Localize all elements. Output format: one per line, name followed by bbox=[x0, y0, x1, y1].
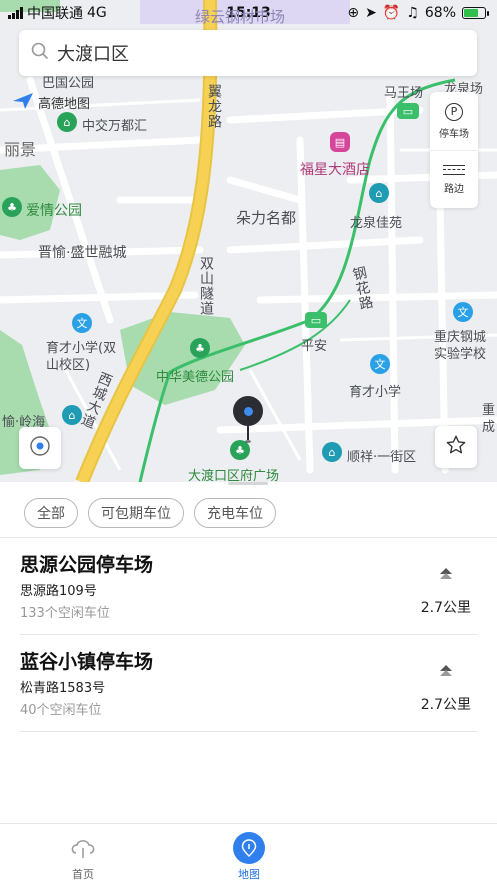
filter-chip-monthly[interactable]: 可包期车位 bbox=[88, 498, 184, 528]
sheet-drag-handle[interactable] bbox=[228, 482, 268, 485]
map-label-top-street: 绿云钢材市场 bbox=[195, 8, 286, 26]
school-poi-icon[interactable]: 文 bbox=[72, 313, 92, 333]
amap-logo-text: 高德地图 bbox=[38, 97, 91, 112]
parking-address: 松青路1583号 bbox=[20, 681, 106, 696]
residence-poi-icon[interactable]: ⌂ bbox=[322, 442, 342, 462]
battery-percent: 68% bbox=[424, 5, 456, 21]
tab-map-label: 地图 bbox=[238, 868, 260, 881]
parking-name: 蓝谷小镇停车场 bbox=[20, 651, 154, 673]
park-poi-icon[interactable]: ♣ bbox=[2, 197, 22, 217]
carrier-label: 中国联通 bbox=[27, 6, 83, 22]
headphones-icon: ♫ bbox=[406, 5, 419, 21]
map-label-mazhuang: 马王场 bbox=[384, 86, 424, 101]
hotel-poi-icon[interactable]: ▤ bbox=[330, 132, 350, 152]
filter-chips: 全部 可包期车位 充电车位 bbox=[24, 498, 276, 528]
parking-sheet: 全部 可包期车位 充电车位 思源公园停车场 思源路109号 133个空闲车位 2… bbox=[0, 482, 497, 823]
map-label-shuangshan-tunnel: 双山隧道 bbox=[198, 256, 214, 316]
tab-map[interactable]: 地图 bbox=[166, 824, 332, 883]
park-poi-icon[interactable]: ♣ bbox=[190, 338, 210, 358]
parking-name: 思源公园停车场 bbox=[20, 554, 154, 576]
parking-layer-label: 停车场 bbox=[439, 128, 469, 140]
map-label-yucai: 育才小学 bbox=[349, 385, 402, 400]
locate-icon bbox=[29, 435, 51, 461]
map-tools-panel: P 停车场 路边 bbox=[430, 92, 478, 208]
navigate-icon[interactable] bbox=[439, 566, 453, 580]
map-label-love-park: 爱情公园 bbox=[26, 203, 82, 219]
residence-poi-icon[interactable]: ⌂ bbox=[62, 405, 82, 425]
tab-home[interactable]: 首页 bbox=[0, 824, 166, 883]
mall-poi-icon[interactable]: ⌂ bbox=[57, 112, 77, 132]
residence-poi-icon[interactable]: ⌂ bbox=[369, 183, 389, 203]
battery-icon bbox=[462, 7, 489, 19]
map-pin-icon bbox=[233, 832, 265, 864]
road-icon bbox=[443, 164, 465, 175]
parking-free-spaces: 133个空闲车位 bbox=[20, 606, 110, 621]
tab-home-label: 首页 bbox=[72, 868, 94, 881]
parking-icon: P bbox=[445, 102, 463, 121]
cloud-icon bbox=[69, 832, 97, 864]
map-label-zhongcheng: 重成 bbox=[482, 403, 496, 435]
location-arrow-icon: ➤ bbox=[365, 5, 377, 21]
parking-address: 思源路109号 bbox=[20, 584, 97, 599]
locate-button[interactable] bbox=[19, 427, 61, 469]
school-poi-icon[interactable]: 文 bbox=[453, 302, 473, 322]
parking-layer-button[interactable]: P 停车场 bbox=[430, 92, 478, 150]
parking-distance: 2.7公里 bbox=[420, 600, 471, 616]
search-input[interactable] bbox=[57, 42, 457, 64]
map-label-yilong-road: 翼龙路 bbox=[206, 84, 222, 129]
star-icon bbox=[445, 434, 467, 460]
parking-list-item[interactable]: 思源公园停车场 思源路109号 133个空闲车位 2.7公里 bbox=[20, 538, 477, 635]
favorite-button[interactable] bbox=[435, 426, 477, 468]
metro-station-icon[interactable]: ▭ bbox=[305, 312, 327, 328]
filter-chip-all[interactable]: 全部 bbox=[24, 498, 78, 528]
map-label-jinyu: 晋愉·盛世融城 bbox=[38, 245, 127, 261]
map-label-longquan-garden: 龙泉佳苑 bbox=[350, 216, 403, 231]
map-label-yucai-shuangshan: 育才小学(双山校区) bbox=[46, 341, 117, 373]
roadside-layer-label: 路边 bbox=[444, 183, 464, 195]
signal-icon bbox=[8, 7, 23, 19]
school-poi-icon[interactable]: 文 bbox=[370, 354, 390, 374]
map-label-chongqing-steel: 重庆钢城实验学校 bbox=[434, 330, 487, 362]
map-label-pingan: 平安 bbox=[301, 339, 328, 354]
tab-bar: 首页 地图 bbox=[0, 823, 497, 883]
network-label: 4G bbox=[87, 5, 107, 21]
search-box[interactable] bbox=[19, 30, 477, 76]
map-label-hotel: 福星大酒店 bbox=[300, 162, 370, 178]
parking-free-spaces: 40个空闲车位 bbox=[20, 703, 102, 718]
alarm-icon: ⏰ bbox=[382, 5, 401, 21]
filter-chip-charging[interactable]: 充电车位 bbox=[194, 498, 276, 528]
search-icon bbox=[31, 42, 49, 64]
map-label-mall: 中交万都汇 bbox=[82, 119, 148, 134]
map-label-zhonghua-park: 中华美德公园 bbox=[156, 370, 235, 385]
map-label-square: 大渡口区府广场 bbox=[188, 469, 280, 482]
parking-distance: 2.7公里 bbox=[420, 697, 471, 713]
parking-list: 思源公园停车场 思源路109号 133个空闲车位 2.7公里 蓝谷小镇停车场 松… bbox=[20, 538, 477, 732]
roadside-layer-button[interactable]: 路边 bbox=[430, 150, 478, 208]
metro-station-icon[interactable]: ▭ bbox=[397, 103, 419, 119]
navigate-icon[interactable] bbox=[439, 663, 453, 677]
amap-logo-icon bbox=[12, 92, 34, 110]
lock-rotation-icon: ⊕ bbox=[347, 5, 360, 21]
map-label-duoli: 朵力名都 bbox=[236, 209, 297, 227]
map-label-lijing: 丽景 bbox=[4, 140, 37, 159]
map-view[interactable]: 中国联通 4G 15:13 ⊕ ➤ ⏰ ♫ 68% 绿云钢材市场 巴国公园 高德… bbox=[0, 0, 497, 482]
map-label-shunxiang: 顺祥·一街区 bbox=[347, 450, 417, 465]
parking-list-item[interactable]: 蓝谷小镇停车场 松青路1583号 40个空闲车位 2.7公里 bbox=[20, 635, 477, 732]
location-pin-icon bbox=[233, 396, 263, 444]
